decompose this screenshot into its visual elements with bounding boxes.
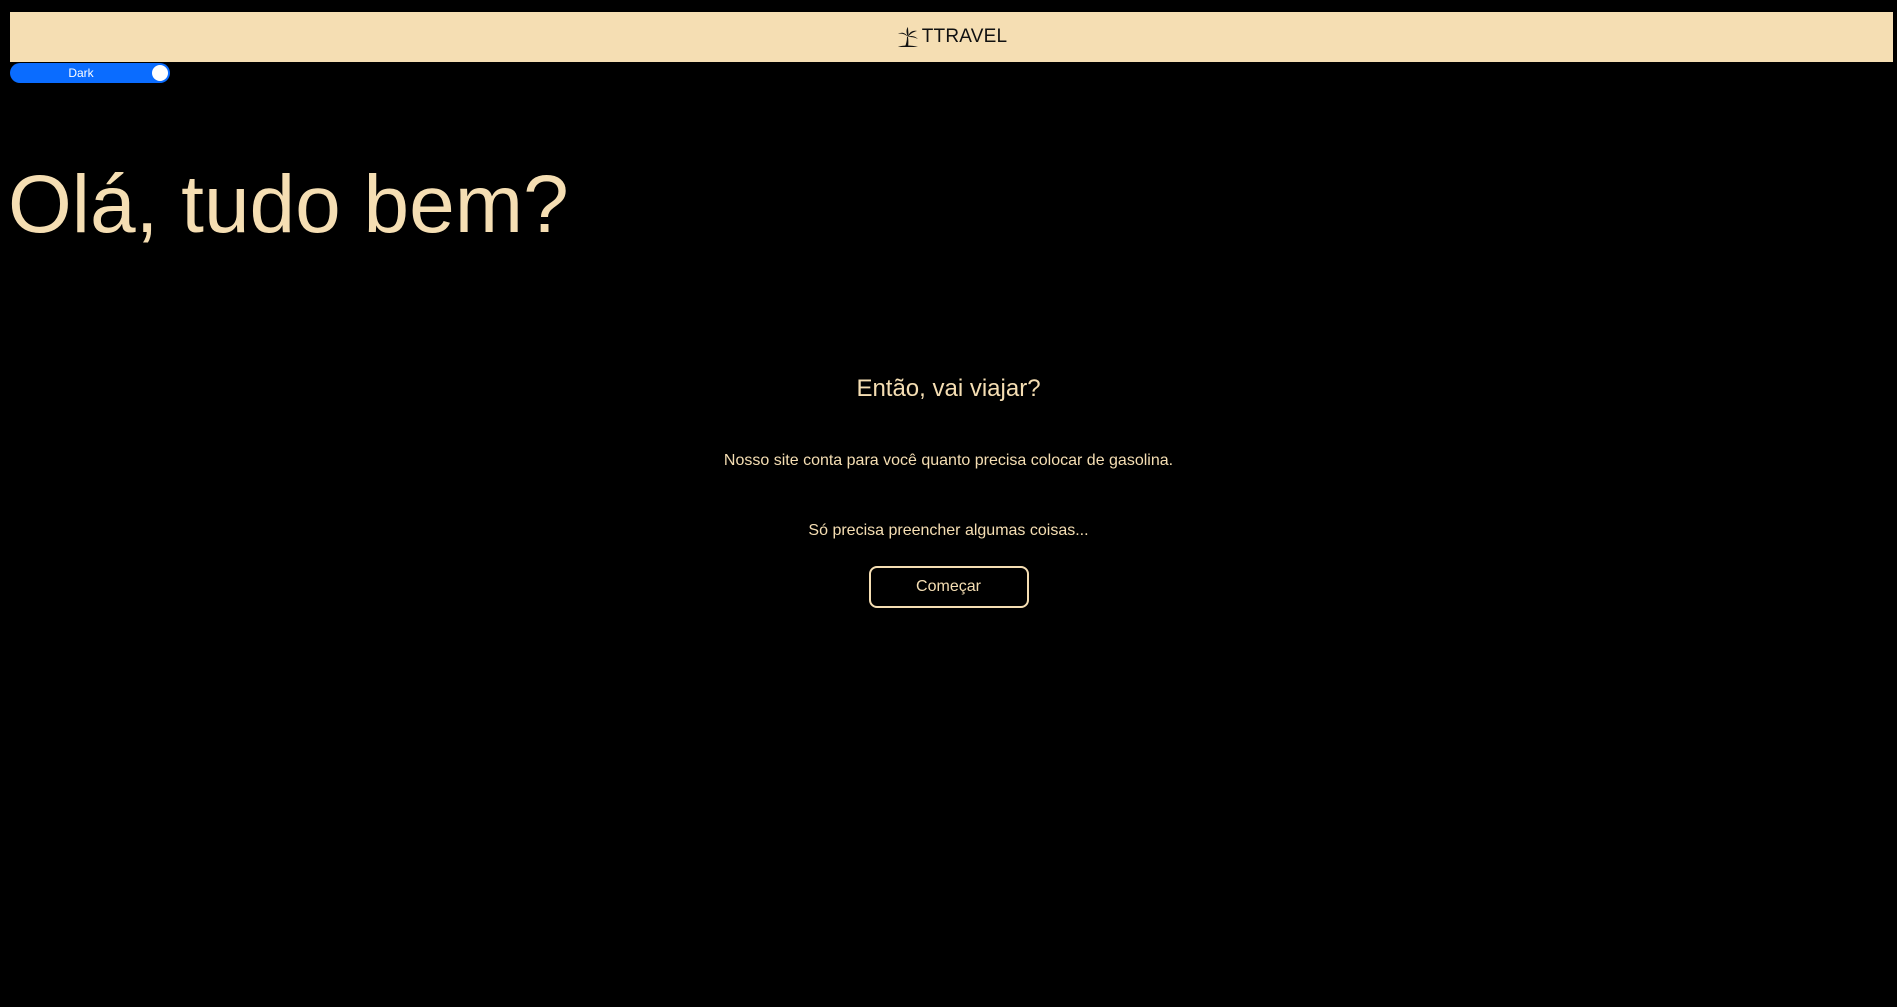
hero-greeting: Olá, tudo bem? (8, 159, 569, 250)
palm-island-icon (896, 25, 920, 49)
theme-toggle-label: Dark (68, 66, 94, 80)
intro-title: Então, vai viajar? (856, 375, 1041, 402)
site-header: TTRAVEL (10, 12, 1893, 62)
intro-description: Nosso site conta para você quanto precis… (723, 452, 1174, 469)
brand[interactable]: TTRAVEL (896, 25, 1008, 49)
brand-name: TTRAVEL (921, 26, 1008, 47)
theme-toggle[interactable]: Dark (10, 63, 170, 83)
intro-section: Então, vai viajar? Nosso site conta para… (0, 372, 1897, 608)
toggle-knob[interactable] (152, 65, 168, 81)
start-button[interactable]: Começar (868, 566, 1029, 608)
intro-hint: Só precisa preencher algumas coisas... (808, 522, 1089, 539)
